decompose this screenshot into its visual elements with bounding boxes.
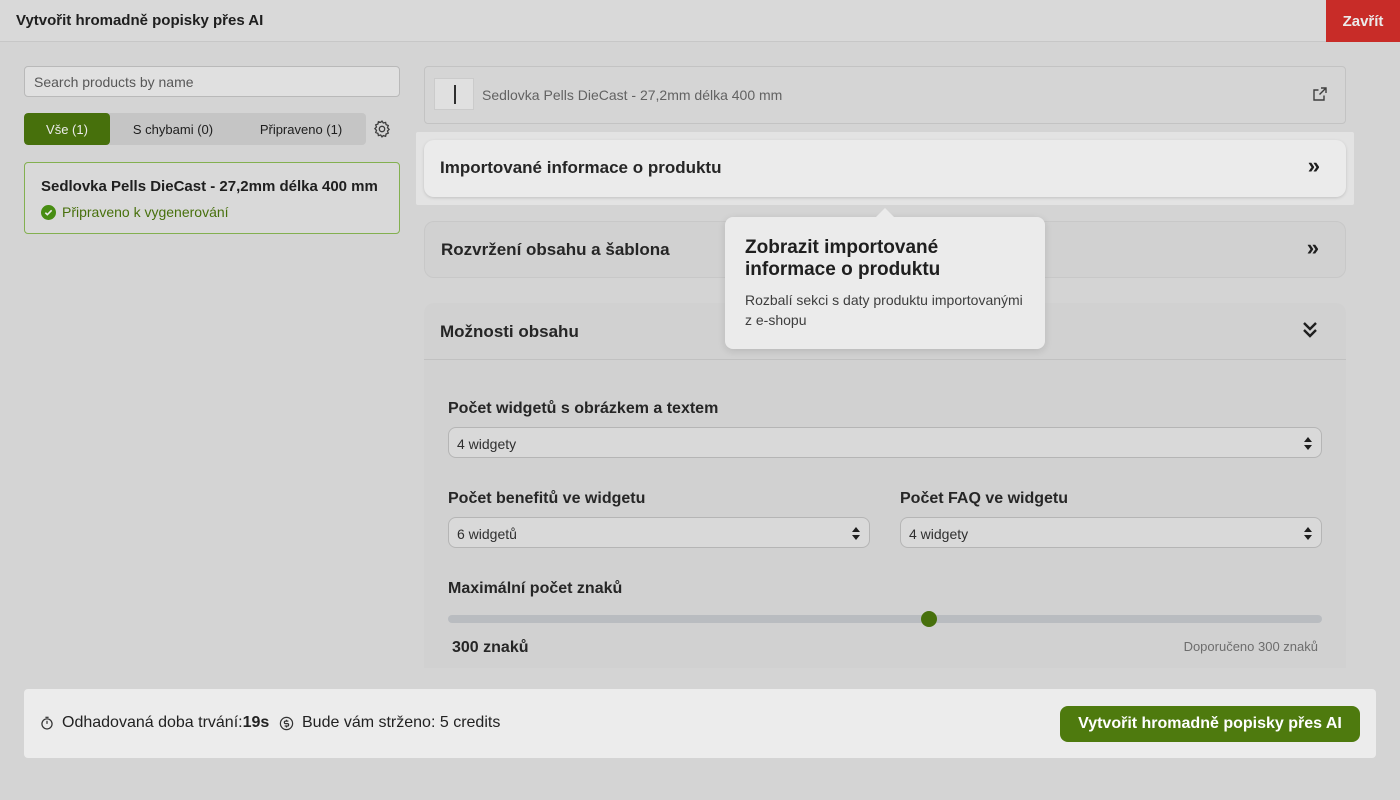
image-text-widgets-select[interactable]: 4 widgety [448, 427, 1322, 458]
external-link-icon[interactable] [1312, 86, 1328, 102]
filter-tab-errors[interactable]: S chybami (0) [110, 113, 236, 145]
tooltip-text: Rozbalí sekci s daty produktu importovan… [745, 292, 1023, 328]
close-button[interactable]: Zavřít [1326, 0, 1400, 42]
section-content-options: Možnosti obsahu [424, 303, 1346, 668]
max-chars-value: 300 znaků [452, 639, 529, 656]
search-input[interactable] [24, 66, 400, 97]
estimated-duration: Odhadovaná doba trvání:19s [40, 714, 269, 732]
tooltip-title: Zobrazit importované informace o produkt… [745, 237, 941, 280]
section-imported-info[interactable]: Importované informace o produktu » [424, 140, 1346, 197]
chevron-double-down-icon[interactable] [1302, 320, 1318, 340]
max-chars-slider[interactable] [448, 615, 1322, 623]
chevron-double-right-icon: » [1307, 153, 1320, 178]
faq-label: Počet FAQ ve widgetu [900, 490, 1069, 507]
cost-text: Bude vám strženo: 5 credits [302, 714, 501, 731]
faq-select[interactable]: 4 widgety [900, 517, 1322, 548]
selected-product-name: Sedlovka Pells DieCast - 27,2mm délka 40… [482, 87, 783, 103]
select-value: 4 widgety [909, 526, 969, 542]
gear-icon[interactable] [372, 119, 392, 139]
max-chars-label: Maximální počet znaků [448, 580, 623, 597]
selected-product-header: Sedlovka Pells DieCast - 27,2mm délka 40… [424, 66, 1346, 124]
product-name: Sedlovka Pells DieCast - 27,2mm délka 40… [41, 178, 378, 195]
product-status-label: Připraveno k vygenerování [62, 204, 229, 220]
section-title[interactable]: Možnosti obsahu [440, 322, 579, 342]
section-divider [424, 359, 1346, 360]
benefits-label: Počet benefitů ve widgetu [448, 490, 646, 507]
benefits-select[interactable]: 6 widgetů [448, 517, 870, 548]
select-arrows-icon [852, 527, 860, 540]
image-text-widgets-label: Počet widgetů s obrázkem a textem [448, 400, 719, 417]
credit-cost: Bude vám strženo: 5 credits [279, 714, 500, 732]
select-arrows-icon [1304, 527, 1312, 540]
filter-tabs: Vše (1) S chybami (0) Připraveno (1) [24, 113, 366, 145]
top-bar: Vytvořit hromadně popisky přes AI Zavřít [0, 0, 1400, 42]
check-circle-icon [41, 204, 56, 220]
slider-handle[interactable] [920, 611, 937, 627]
generate-descriptions-button[interactable]: Vytvořit hromadně popisky přes AI [1060, 706, 1360, 742]
onboarding-tooltip: Zobrazit importované informace o produkt… [725, 208, 1045, 349]
recommended-chars: Doporučeno 300 znaků [1183, 639, 1318, 654]
select-value: 4 widgety [457, 436, 517, 452]
filter-tab-ready[interactable]: Připraveno (1) [236, 113, 366, 145]
duration-value: 19s [242, 714, 270, 731]
select-value: 6 widgetů [457, 526, 517, 542]
product-status: Připraveno k vygenerování [41, 204, 229, 220]
section-title: Importované informace o produktu [440, 158, 722, 177]
chevron-double-right-icon: » [1306, 235, 1319, 260]
section-title: Rozvržení obsahu a šablona [441, 240, 670, 259]
filter-tab-all[interactable]: Vše (1) [24, 113, 110, 145]
product-list-item[interactable]: Sedlovka Pells DieCast - 27,2mm délka 40… [24, 162, 400, 234]
dialog-title: Vytvořit hromadně popisky přes AI [16, 12, 264, 29]
duration-label: Odhadovaná doba trvání: [62, 714, 243, 731]
select-arrows-icon [1304, 437, 1312, 450]
product-thumbnail [434, 78, 474, 110]
stopwatch-icon [41, 716, 53, 730]
coin-icon [279, 716, 294, 730]
